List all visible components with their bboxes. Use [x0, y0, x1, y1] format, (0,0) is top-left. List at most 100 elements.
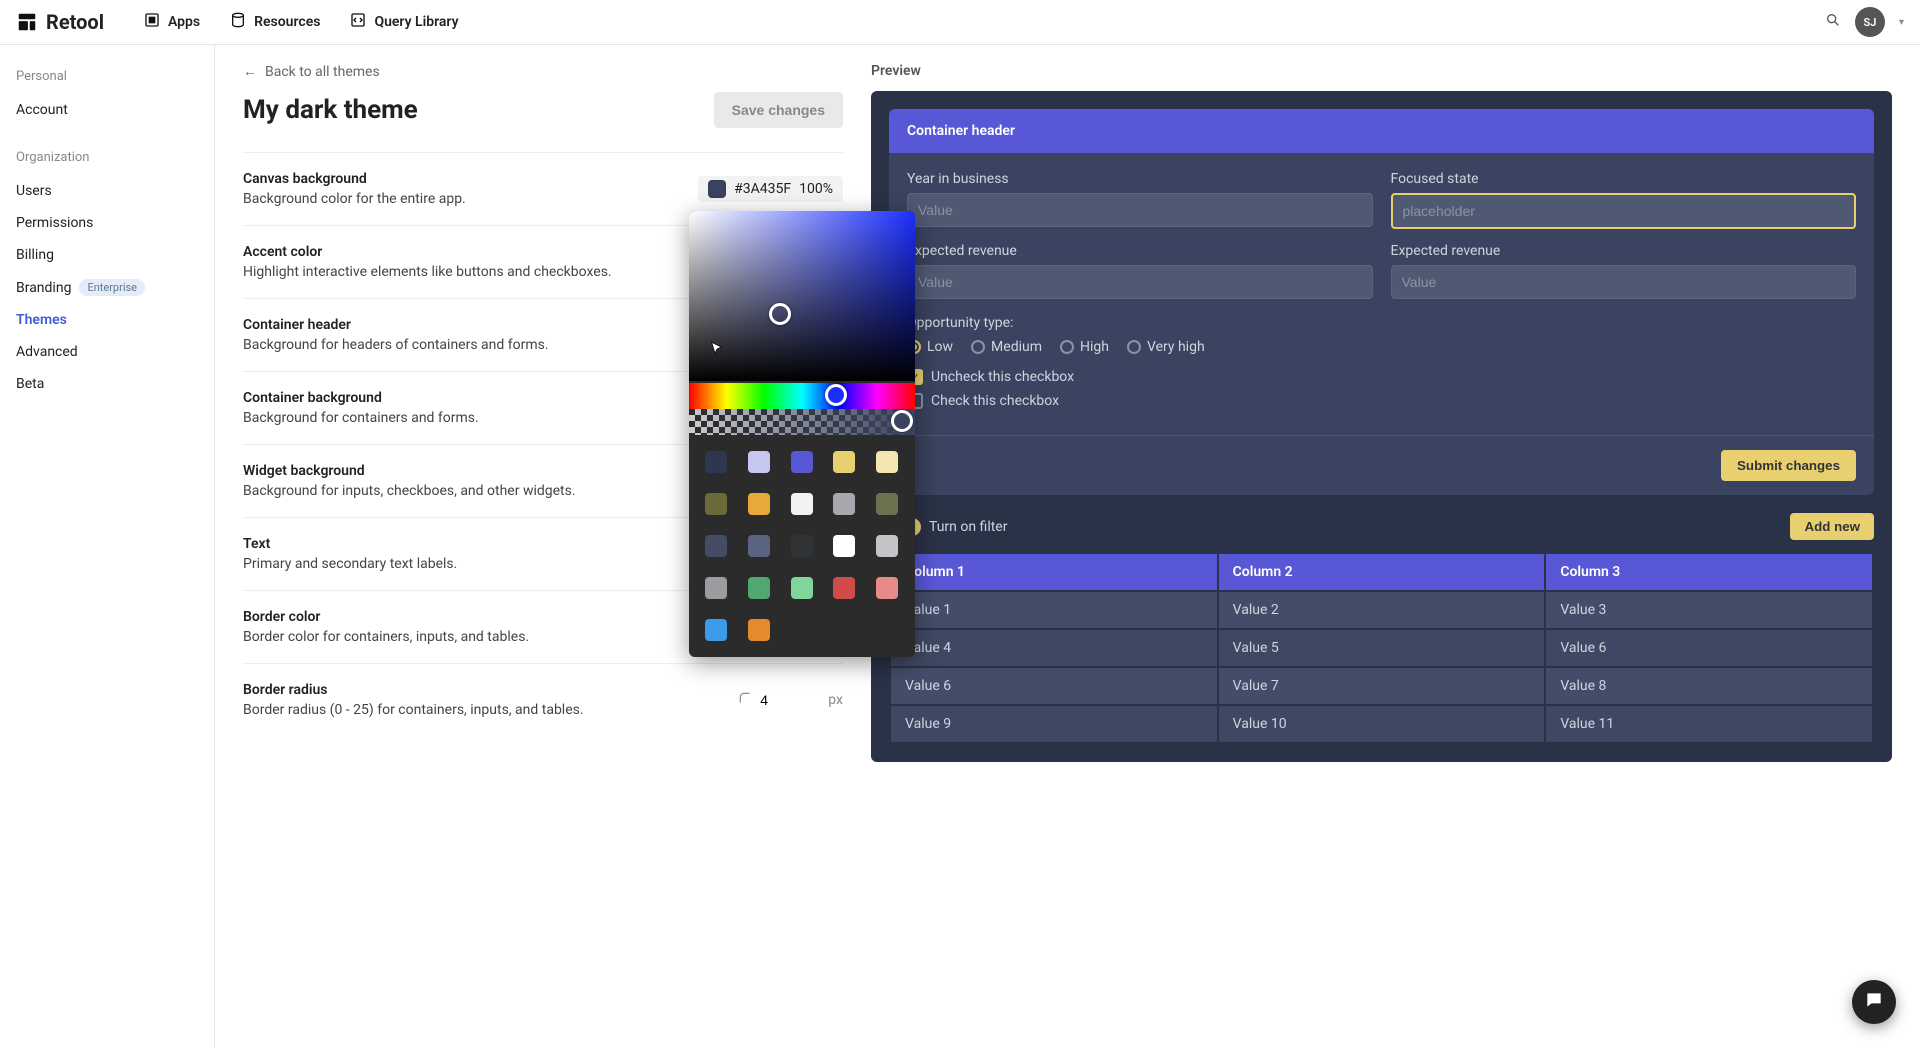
color-swatch[interactable]	[876, 577, 898, 599]
color-swatch[interactable]	[791, 451, 813, 473]
sidebar-item-label: Themes	[16, 312, 67, 328]
sidebar-item-branding[interactable]: Branding Enterprise	[16, 271, 198, 304]
field-focused-input[interactable]	[1391, 193, 1857, 229]
checkbox-uncheck[interactable]: ✓Uncheck this checkbox	[907, 369, 1856, 385]
table-header-cell[interactable]: Column 3	[1546, 554, 1872, 590]
radio-dot-icon	[1060, 340, 1074, 354]
radius-unit: px	[828, 692, 843, 708]
radio-label: High	[1080, 339, 1109, 355]
table-cell: Value 7	[1219, 668, 1545, 704]
sidebar-item-users[interactable]: Users	[16, 175, 198, 207]
top-nav: Retool Apps Resources Query Library SJ ▾	[0, 0, 1920, 45]
canvas-color-chip[interactable]: #3A435F 100%	[698, 176, 843, 202]
table-row[interactable]: Value 4Value 5Value 6	[891, 630, 1872, 666]
color-swatch[interactable]	[748, 535, 770, 557]
hue-slider[interactable]	[689, 383, 915, 409]
canvas-hex: #3A435F	[734, 181, 791, 197]
color-swatch[interactable]	[876, 493, 898, 515]
back-link[interactable]: ← Back to all themes	[243, 63, 843, 80]
chat-icon	[1864, 990, 1884, 1014]
color-swatch[interactable]	[791, 493, 813, 515]
field-year-input[interactable]	[907, 193, 1373, 227]
preview-label: Preview	[871, 63, 1892, 79]
nav-query-library[interactable]: Query Library	[350, 12, 458, 32]
saturation-value-panel[interactable]	[689, 211, 915, 381]
sidebar-item-themes[interactable]: Themes	[16, 304, 198, 336]
table-header-cell[interactable]: Column 2	[1219, 554, 1545, 590]
logo[interactable]: Retool	[16, 10, 104, 34]
color-swatch[interactable]	[876, 451, 898, 473]
checkbox-check[interactable]: Check this checkbox	[907, 393, 1856, 409]
chevron-down-icon[interactable]: ▾	[1899, 17, 1904, 28]
color-swatch[interactable]	[748, 619, 770, 641]
nav-resources[interactable]: Resources	[230, 12, 320, 32]
apps-icon	[144, 12, 160, 32]
color-swatch[interactable]	[833, 535, 855, 557]
table-cell: Value 9	[891, 706, 1217, 742]
add-new-button[interactable]: Add new	[1790, 513, 1874, 540]
preview-container-card: Container header Year in business Focuse…	[889, 109, 1874, 495]
table-cell: Value 6	[891, 668, 1217, 704]
sidebar-item-label: Branding	[16, 280, 71, 296]
field-focused-label: Focused state	[1391, 171, 1857, 187]
nav-resources-label: Resources	[254, 14, 320, 30]
radio-dot-icon	[1127, 340, 1141, 354]
alpha-cursor[interactable]	[891, 410, 913, 432]
color-swatch[interactable]	[833, 451, 855, 473]
table-cell: Value 3	[1546, 592, 1872, 628]
table-row[interactable]: Value 1Value 2Value 3	[891, 592, 1872, 628]
help-button[interactable]	[1852, 980, 1896, 1024]
hue-cursor[interactable]	[825, 384, 847, 406]
field-rev1-input[interactable]	[907, 265, 1373, 299]
alpha-slider[interactable]	[689, 409, 915, 435]
table-row[interactable]: Value 9Value 10Value 11	[891, 706, 1872, 742]
nav-query-label: Query Library	[374, 14, 458, 30]
color-swatch[interactable]	[791, 577, 813, 599]
color-swatch[interactable]	[748, 577, 770, 599]
color-swatch[interactable]	[748, 451, 770, 473]
setting-canvas-desc: Background color for the entire app.	[243, 191, 682, 207]
table-row[interactable]: Value 6Value 7Value 8	[891, 668, 1872, 704]
submit-changes-button[interactable]: Submit changes	[1721, 450, 1856, 481]
color-swatch[interactable]	[833, 493, 855, 515]
color-swatch[interactable]	[791, 535, 813, 557]
table-cell: Value 10	[1219, 706, 1545, 742]
sidebar-item-label: Permissions	[16, 215, 93, 231]
sidebar-item-account[interactable]: Account	[16, 94, 198, 126]
radio-high[interactable]: High	[1060, 339, 1109, 355]
sidebar-item-billing[interactable]: Billing	[16, 239, 198, 271]
nav-apps[interactable]: Apps	[144, 12, 200, 32]
setting-canvas-label: Canvas background	[243, 171, 682, 187]
sidebar-item-advanced[interactable]: Advanced	[16, 336, 198, 368]
color-swatch[interactable]	[705, 619, 727, 641]
arrow-left-icon: ←	[243, 63, 257, 80]
sidebar-item-permissions[interactable]: Permissions	[16, 207, 198, 239]
color-swatch[interactable]	[833, 577, 855, 599]
radius-input[interactable]	[760, 692, 820, 708]
color-swatch[interactable]	[705, 577, 727, 599]
sidebar-item-beta[interactable]: Beta	[16, 368, 198, 400]
search-icon[interactable]	[1825, 12, 1841, 32]
page-title: My dark theme	[243, 95, 418, 125]
color-swatch[interactable]	[705, 493, 727, 515]
color-swatch[interactable]	[876, 535, 898, 557]
retool-logo-icon	[16, 11, 38, 33]
table-header-cell[interactable]: Column 1	[891, 554, 1217, 590]
field-rev2-label: Expected revenue	[1391, 243, 1857, 259]
avatar[interactable]: SJ	[1855, 7, 1885, 37]
preview-panel: Preview Container header Year in busines…	[871, 63, 1892, 1030]
color-swatch[interactable]	[748, 493, 770, 515]
field-year-label: Year in business	[907, 171, 1373, 187]
table-cell: Value 2	[1219, 592, 1545, 628]
radio-very-high[interactable]: Very high	[1127, 339, 1205, 355]
canvas-swatch	[708, 180, 726, 198]
color-swatch[interactable]	[705, 451, 727, 473]
table-cell: Value 11	[1546, 706, 1872, 742]
table-cell: Value 5	[1219, 630, 1545, 666]
save-changes-button[interactable]: Save changes	[714, 92, 843, 128]
sv-cursor[interactable]	[769, 303, 791, 325]
radio-label: Low	[927, 339, 953, 355]
color-swatch[interactable]	[705, 535, 727, 557]
radio-medium[interactable]: Medium	[971, 339, 1042, 355]
field-rev2-input[interactable]	[1391, 265, 1857, 299]
